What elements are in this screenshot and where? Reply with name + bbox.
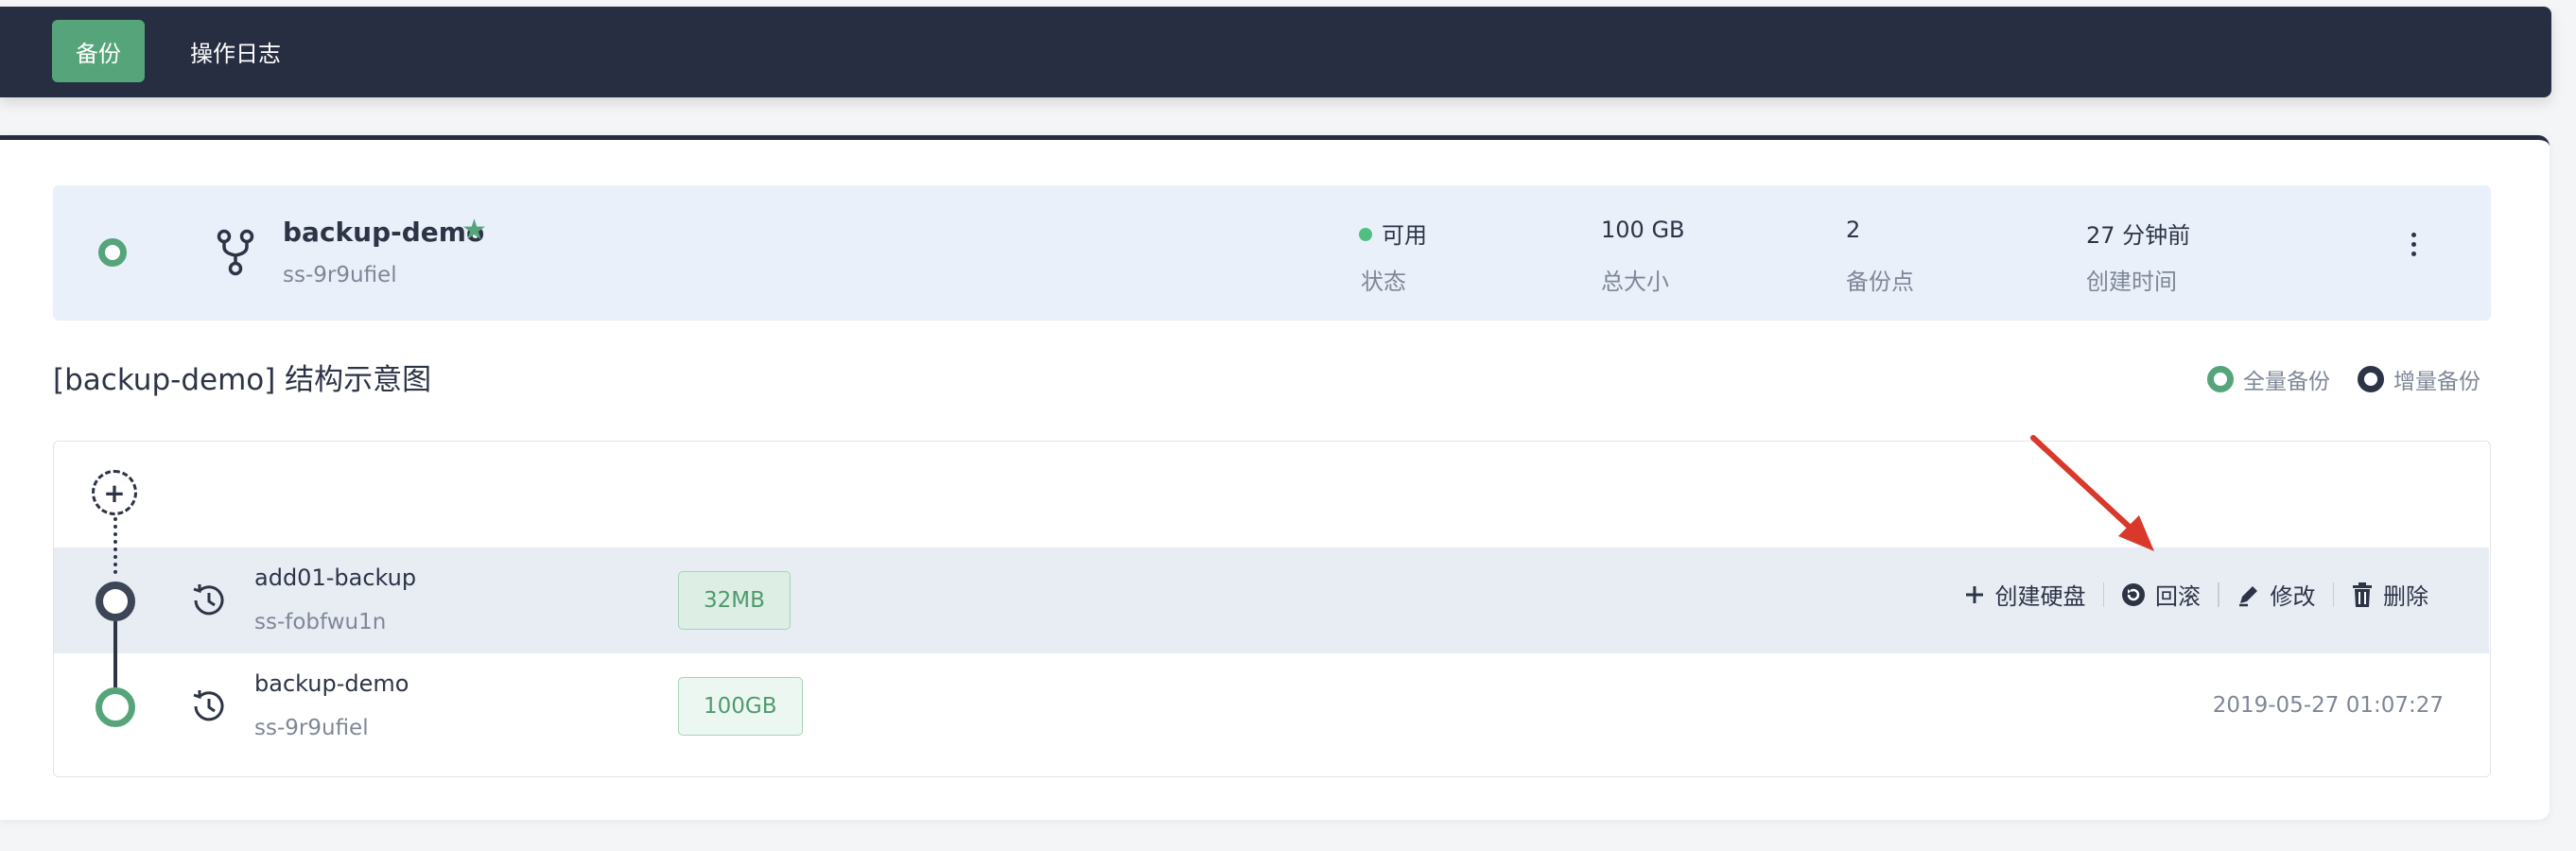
backup-point-id: ss-fobfwu1n [254, 610, 387, 634]
incremental-backup-node-icon [96, 582, 135, 621]
pencil-icon [2238, 585, 2257, 606]
structure-diagram-title: [backup-demo] 结构示意图 [53, 363, 432, 397]
top-nav-bar: 备份 操作日志 [0, 7, 2551, 97]
create-disk-label: 创建硬盘 [1994, 583, 2086, 610]
full-backup-status-ring-icon [98, 238, 127, 267]
delete-button[interactable]: 删除 [2351, 578, 2428, 611]
full-backup-legend-icon [2207, 366, 2234, 392]
status-available-dot-icon [1359, 228, 1372, 241]
edit-button[interactable]: 修改 [2237, 578, 2316, 611]
backup-points-label: 备份点 [1846, 269, 1914, 295]
more-options-icon[interactable] [2409, 233, 2418, 270]
total-size-label: 总大小 [1601, 269, 1669, 295]
fork-branch-icon [217, 229, 254, 276]
create-disk-button[interactable]: 创建硬盘 [1963, 578, 2086, 611]
total-size-value: 100 GB [1601, 217, 1685, 243]
status-label: 状态 [1361, 269, 1406, 295]
edit-label: 修改 [2270, 583, 2316, 610]
legend-full-label: 全量备份 [2243, 370, 2330, 394]
legend-full-backup: 全量备份 [2207, 363, 2330, 395]
tab-backup[interactable]: 备份 [52, 20, 145, 82]
full-backup-node-icon [96, 687, 135, 727]
plus-icon [1965, 585, 1983, 603]
backup-point-name: backup-demo [254, 670, 409, 697]
legend-incremental-backup: 增量备份 [2358, 363, 2480, 395]
rollback-label: 回滚 [2155, 583, 2201, 610]
row-actions: 创建硬盘 回滚 修改 删除 [1963, 578, 2428, 611]
history-clock-icon [193, 690, 224, 721]
action-divider [2332, 582, 2334, 607]
rollback-icon [2122, 582, 2145, 606]
tab-operation-log[interactable]: 操作日志 [176, 20, 295, 82]
backup-id: ss-9r9ufiel [283, 263, 397, 287]
annotation-arrow-icon [2030, 435, 2154, 551]
backup-points-value: 2 [1846, 217, 1861, 243]
action-divider [2102, 582, 2104, 607]
backup-point-name: add01-backup [254, 564, 417, 591]
rollback-button[interactable]: 回滚 [2121, 578, 2201, 611]
delete-label: 删除 [2383, 583, 2428, 610]
action-divider [2218, 582, 2219, 607]
size-badge: 32MB [678, 571, 791, 630]
backup-row[interactable]: add01-backup ss-fobfwu1n 32MB 创建硬盘 回滚 修改… [54, 547, 2489, 653]
chain-connector [113, 621, 117, 687]
created-time-value: 27 分钟前 [2086, 222, 2191, 249]
backup-name: backup-demo [283, 217, 485, 248]
backup-timestamp: 2019-05-27 01:07:27 [2212, 693, 2444, 718]
backup-detail-card: backup-demo ★ ss-9r9ufiel 可用 状态 100 GB 总… [0, 135, 2550, 820]
legend-incremental-label: 增量备份 [2393, 370, 2480, 394]
created-time-label: 创建时间 [2086, 269, 2177, 295]
size-badge: 100GB [678, 677, 803, 736]
backup-summary-bar: backup-demo ★ ss-9r9ufiel 可用 状态 100 GB 总… [53, 185, 2491, 321]
add-backup-node-icon[interactable]: + [92, 470, 137, 515]
pending-connector [113, 517, 117, 574]
star-icon[interactable]: ★ [461, 214, 487, 247]
status-value: 可用 [1359, 217, 1427, 250]
status-text: 可用 [1382, 222, 1427, 249]
incremental-backup-legend-icon [2358, 366, 2384, 392]
trash-icon [2353, 582, 2372, 607]
backup-row[interactable]: backup-demo ss-9r9ufiel 100GB 2019-05-27… [54, 653, 2489, 759]
history-clock-icon [193, 584, 224, 616]
backup-point-id: ss-9r9ufiel [254, 716, 369, 740]
